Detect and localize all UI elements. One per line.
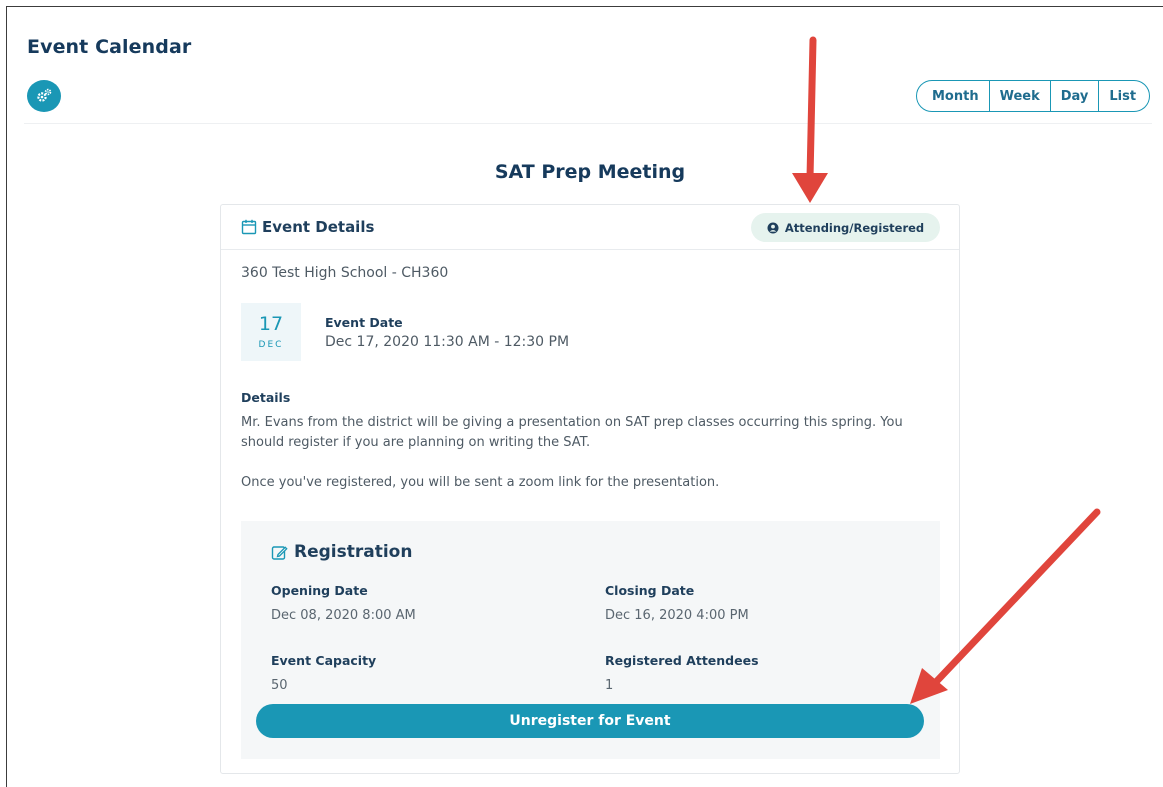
settings-button[interactable]	[27, 80, 61, 112]
opening-date-value: Dec 08, 2020 8:00 AM	[271, 608, 416, 623]
frame-edge-top	[6, 6, 1163, 7]
calendar-view-switcher: Month Week Day List	[916, 80, 1151, 112]
date-badge-month: DEC	[258, 340, 284, 350]
view-month-button[interactable]: Month	[917, 81, 989, 111]
event-title: SAT Prep Meeting	[494, 161, 686, 183]
gears-icon	[37, 88, 52, 102]
card-header-title: Event Details	[262, 218, 375, 236]
frame-edge-left	[6, 6, 7, 787]
unregister-button[interactable]: Unregister for Event	[256, 704, 924, 738]
view-day-button[interactable]: Day	[1049, 81, 1099, 111]
date-badge-day: 17	[258, 313, 284, 335]
card-header: Event Details Attending/Registered	[221, 205, 959, 250]
registered-attendees-label: Registered Attendees	[605, 653, 759, 668]
event-capacity-label: Event Capacity	[271, 653, 377, 668]
header-divider	[24, 123, 1152, 124]
registration-heading: Registration	[271, 542, 412, 562]
event-capacity-value: 50	[271, 678, 288, 693]
registered-attendees-value: 1	[605, 678, 614, 693]
date-badge: 17 DEC	[241, 303, 301, 361]
calendar-icon	[241, 219, 257, 235]
view-list-button[interactable]: List	[1098, 81, 1149, 111]
status-label: Attending/Registered	[784, 220, 925, 235]
user-circle-icon	[767, 222, 779, 233]
registration-title: Registration	[294, 542, 413, 562]
event-details-card: Event Details Attending/Registered 360 T…	[220, 204, 960, 774]
registration-status-badge: Attending/Registered	[751, 213, 940, 242]
closing-date-value: Dec 16, 2020 4:00 PM	[605, 608, 749, 623]
closing-date-label: Closing Date	[605, 583, 695, 598]
registration-panel: Registration Opening Date Dec 08, 2020 8…	[241, 521, 940, 759]
view-week-button[interactable]: Week	[988, 81, 1050, 111]
details-description: Mr. Evans from the district will be givi…	[241, 415, 903, 450]
event-date-value: Dec 17, 2020 11:30 AM - 12:30 PM	[325, 334, 570, 350]
event-date-label: Event Date	[325, 315, 403, 330]
page-title: Event Calendar	[27, 36, 192, 58]
edit-icon	[271, 545, 288, 560]
event-location: 360 Test High School - CH360	[241, 265, 449, 281]
details-note: Once you've registered, you will be sent…	[241, 475, 720, 490]
details-label: Details	[241, 390, 291, 405]
opening-date-label: Opening Date	[271, 583, 368, 598]
